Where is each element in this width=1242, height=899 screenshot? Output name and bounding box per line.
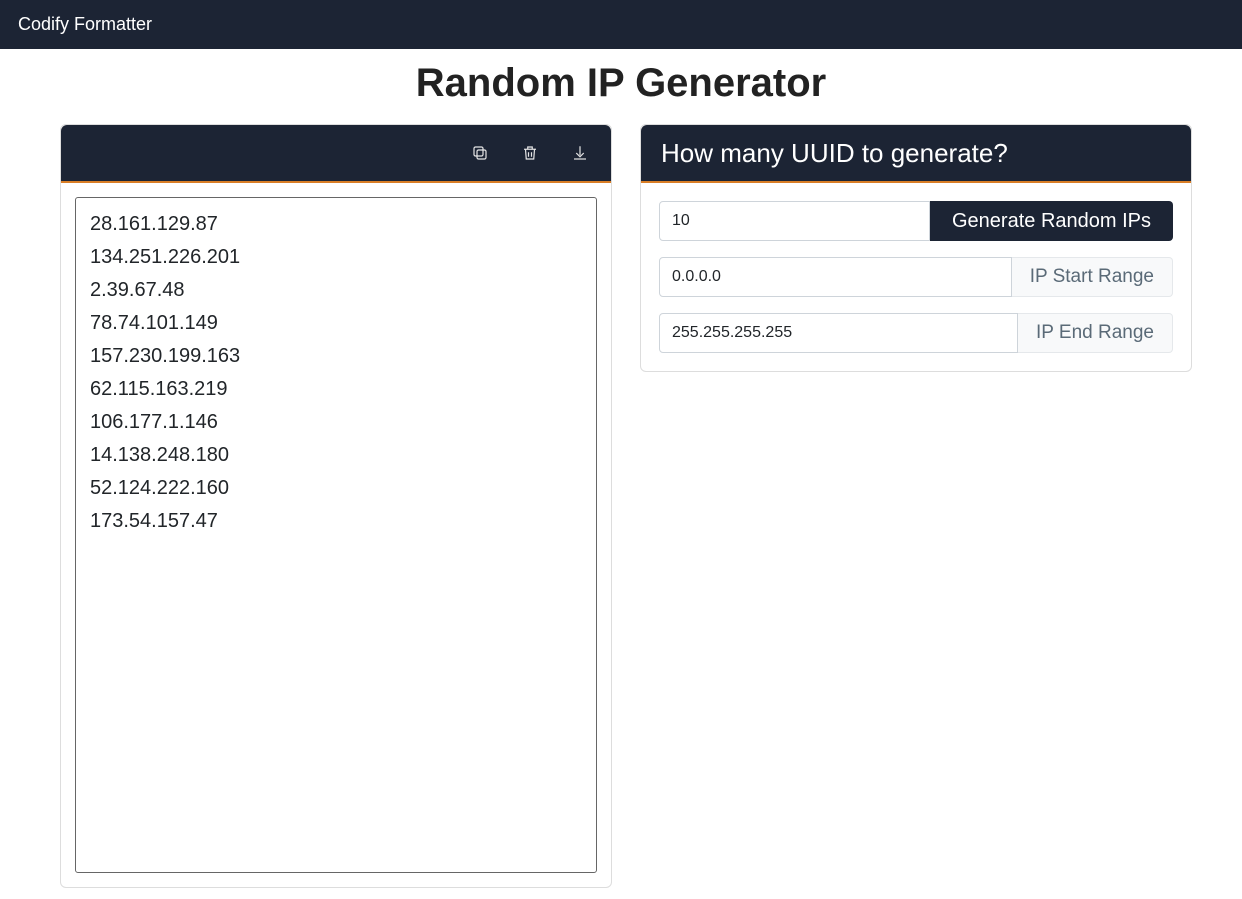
end-range-label: IP End Range [1018, 313, 1173, 353]
main-container: 28.161.129.87 134.251.226.201 2.39.67.48… [0, 124, 1242, 888]
count-row: Generate Random IPs [659, 201, 1173, 241]
page-title: Random IP Generator [0, 61, 1242, 106]
controls-panel: How many UUID to generate? Generate Rand… [640, 124, 1192, 372]
start-range-label: IP Start Range [1012, 257, 1173, 297]
controls-panel-header: How many UUID to generate? [641, 125, 1191, 183]
copy-icon[interactable] [469, 142, 491, 164]
output-textarea[interactable]: 28.161.129.87 134.251.226.201 2.39.67.48… [75, 197, 597, 873]
download-icon[interactable] [569, 142, 591, 164]
brand-label[interactable]: Codify Formatter [18, 14, 152, 34]
start-range-input[interactable] [659, 257, 1012, 297]
top-navbar: Codify Formatter [0, 0, 1242, 49]
start-range-row: IP Start Range [659, 257, 1173, 297]
trash-icon[interactable] [519, 142, 541, 164]
output-panel-header [61, 125, 611, 183]
end-range-input[interactable] [659, 313, 1018, 353]
output-panel-body: 28.161.129.87 134.251.226.201 2.39.67.48… [61, 183, 611, 887]
output-panel: 28.161.129.87 134.251.226.201 2.39.67.48… [60, 124, 612, 888]
generate-button[interactable]: Generate Random IPs [930, 201, 1173, 241]
controls-heading: How many UUID to generate? [661, 138, 1008, 169]
controls-panel-body: Generate Random IPs IP Start Range IP En… [641, 183, 1191, 371]
count-input[interactable] [659, 201, 930, 241]
end-range-row: IP End Range [659, 313, 1173, 353]
